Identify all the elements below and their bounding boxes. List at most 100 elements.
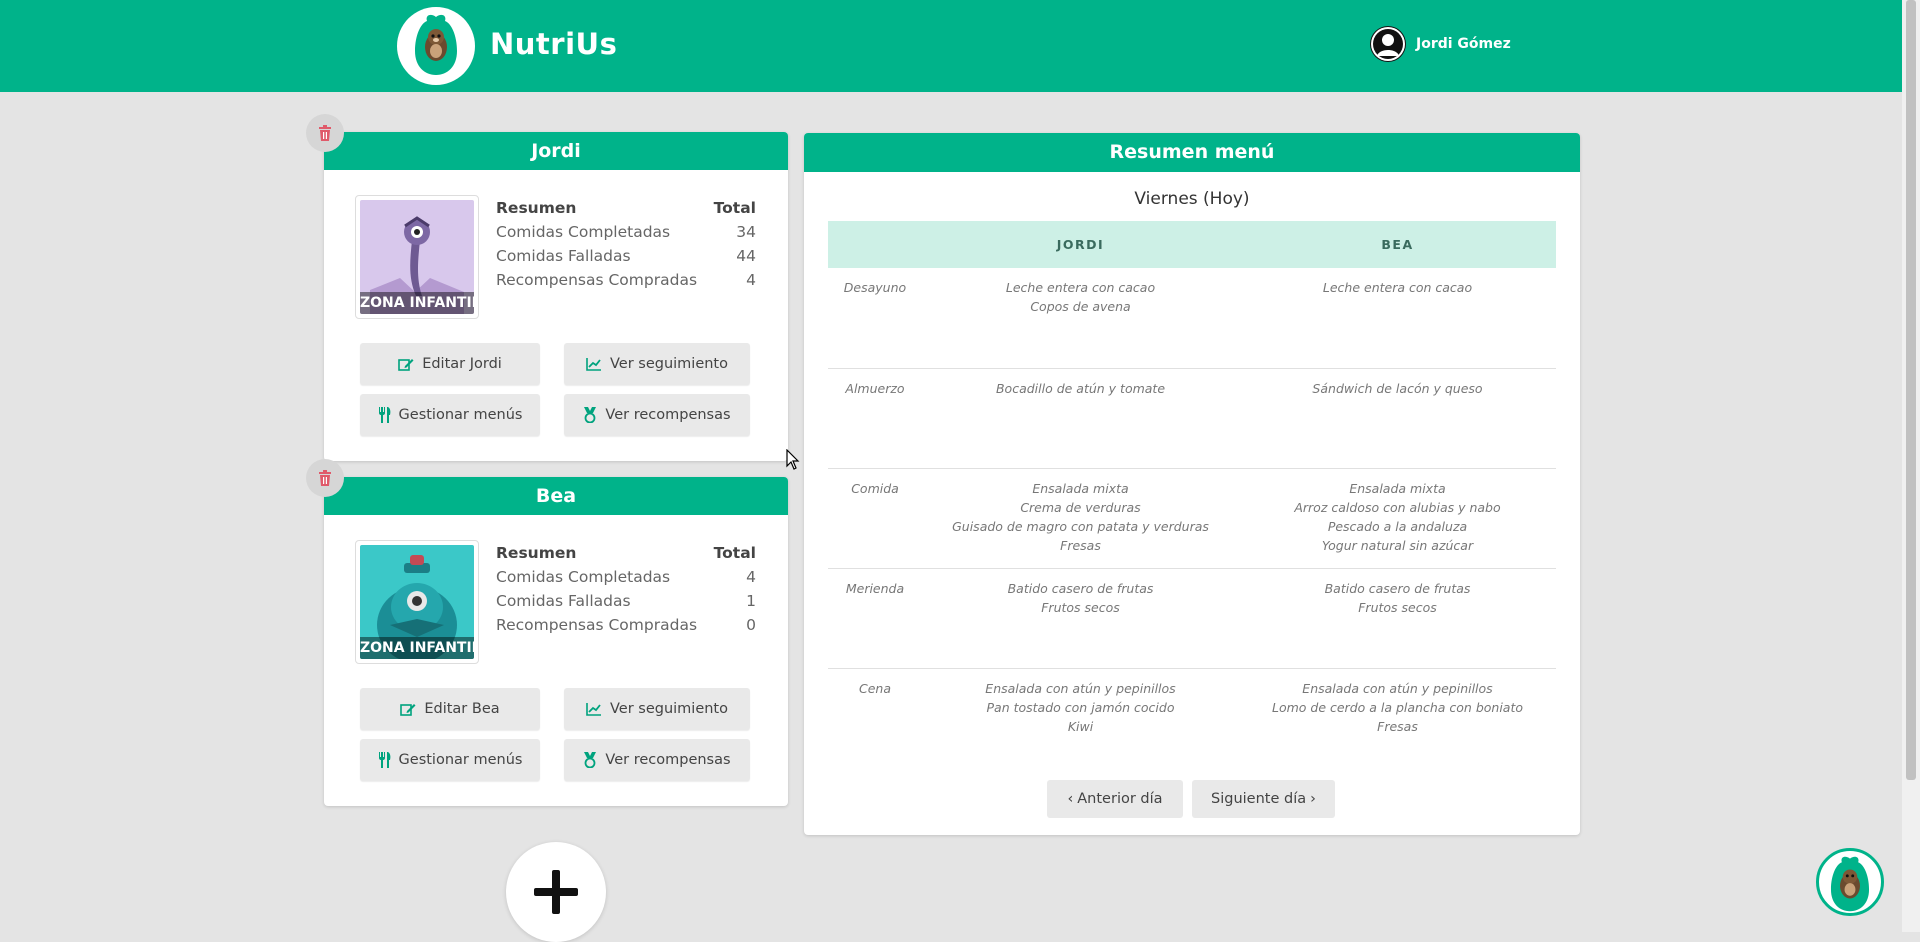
menu-row: Comida Ensalada mixta Crema de verduras Gui… (828, 468, 1556, 569)
dish-item: Bocadillo de atún y tomate (995, 380, 1166, 396)
line-chart-icon (586, 357, 602, 371)
dish-item: Fresas (1060, 537, 1101, 553)
app-logo[interactable] (397, 7, 475, 85)
stat-value: 4 (746, 271, 756, 289)
dishes-bea: Ensalada mixta Arroz caldoso con alubias … (1239, 468, 1556, 569)
stat-label: Comidas Falladas (496, 592, 631, 610)
plus-icon (534, 870, 578, 914)
zona-infantil-badge: ZONA INFANTIL (360, 292, 474, 314)
dishes-jordi: Leche entera con cacao Copos de avena (922, 268, 1239, 369)
menu-row: Desayuno Leche entera con cacao Copos de a… (828, 268, 1556, 369)
manage-menus-button[interactable]: Gestionar menús (360, 739, 540, 781)
delete-child-button[interactable] (306, 459, 344, 497)
dishes-bea: Leche entera con cacao (1239, 268, 1556, 369)
chevron-left-icon: ‹ (1067, 791, 1074, 807)
dish-item: Ensalada con atún y pepinillos (985, 680, 1176, 696)
child-avatar[interactable]: ZONA INFANTIL (355, 195, 479, 319)
child-stats: Resumen Total Comidas Completadas 34 Comid… (496, 196, 756, 292)
edit-icon (398, 357, 414, 371)
trash-icon (319, 470, 331, 486)
child-stats: Resumen Total Comidas Completadas 4 Comida… (496, 541, 756, 637)
stats-total-header: Total (713, 544, 756, 562)
user-menu[interactable]: Jordi Gómez (1370, 26, 1511, 62)
stat-value: 0 (746, 616, 756, 634)
stat-value: 1 (746, 592, 756, 610)
dish-item: Leche entera con cacao (1322, 280, 1473, 295)
dishes-bea: Sándwich de lacón y queso (1239, 368, 1556, 469)
dish-item: Copos de avena (1030, 299, 1131, 314)
previous-day-button[interactable]: ‹ Anterior día (1047, 780, 1183, 818)
menu-summary-title: Resumen menú (804, 133, 1580, 172)
child-card-bea: Bea ZONA INFANTIL Resumen Total Comidas C… (306, 459, 788, 806)
manage-menus-button[interactable]: Gestionar menús (360, 394, 540, 436)
utensils-icon (378, 752, 391, 768)
dish-item: Lomo de cerdo a la plancha con boniato (1271, 699, 1524, 715)
view-rewards-button[interactable]: Ver recompensas (564, 394, 750, 436)
meal-name: Almuerzo (828, 368, 922, 469)
chevron-right-icon: › (1310, 791, 1316, 807)
view-rewards-button[interactable]: Ver recompensas (564, 739, 750, 781)
stats-total-header: Total (713, 199, 756, 217)
manage-menus-label: Gestionar menús (398, 752, 523, 768)
view-tracking-button[interactable]: Ver seguimiento (564, 688, 750, 730)
column-header-bea: BEA (1239, 221, 1556, 268)
mouse-cursor-icon (786, 449, 800, 470)
edit-child-button[interactable]: Editar Jordi (360, 343, 540, 385)
meal-name: Merienda (828, 568, 922, 669)
dish-item: Ensalada mixta (1032, 480, 1129, 496)
column-header-meal (828, 221, 922, 268)
meal-name: Cena (858, 680, 891, 696)
stat-value: 34 (736, 223, 756, 241)
delete-child-button[interactable] (306, 114, 344, 152)
trash-icon (319, 125, 331, 141)
page-scrollbar[interactable] (1902, 0, 1920, 932)
view-tracking-button[interactable]: Ver seguimiento (564, 343, 750, 385)
stat-value: 44 (736, 247, 756, 265)
dish-item: Batido casero de frutas (1324, 580, 1471, 596)
current-day-label: Viernes (Hoy) (1134, 189, 1250, 209)
next-day-button[interactable]: Siguiente día › (1192, 780, 1335, 818)
dish-item: Guisado de magro con patata y verduras (952, 518, 1209, 534)
edit-child-label: Editar Jordi (422, 356, 502, 372)
dish-item: Arroz caldoso con alubias y nabo (1294, 499, 1501, 515)
child-name-title: Bea (324, 477, 788, 515)
view-rewards-label: Ver recompensas (605, 752, 731, 768)
dish-item: Batido casero de frutas (1007, 580, 1154, 596)
dish-item: Crema de verduras (1020, 499, 1141, 515)
dish-item: Ensalada con atún y pepinillos (1302, 680, 1493, 696)
dish-item: Fresas (1377, 718, 1418, 734)
column-header-jordi: JORDI (922, 221, 1239, 268)
child-avatar[interactable]: ZONA INFANTIL (355, 540, 479, 664)
dishes-jordi: Batido casero de frutas Frutos secos (922, 568, 1239, 669)
menu-summary-card: Resumen menú Viernes (Hoy) JORDI BEA Des… (804, 133, 1580, 835)
dishes-bea: Ensalada con atún y pepinillos Lomo de ce… (1239, 668, 1556, 768)
dish-item: Pan tostado con jamón cocido (986, 699, 1175, 715)
next-day-label: Siguiente día (1211, 791, 1307, 807)
mascot-help-button[interactable] (1816, 848, 1884, 916)
user-avatar-icon (1370, 26, 1406, 62)
dish-item: Pescado a la andaluza (1327, 518, 1468, 534)
child-name-title: Jordi (324, 132, 788, 170)
scrollbar-thumb[interactable] (1906, 0, 1916, 780)
menu-row: Cena Ensalada con atún y pepinillos Pan to… (828, 668, 1556, 768)
previous-day-label: Anterior día (1077, 791, 1163, 807)
dishes-bea: Batido casero de frutas Frutos secos (1239, 568, 1556, 669)
stat-label: Recompensas Compradas (496, 271, 698, 289)
menu-row: Merienda Batido casero de frutas Frutos se… (828, 568, 1556, 669)
otter-mascot-icon (415, 14, 457, 75)
add-child-button[interactable] (506, 842, 606, 942)
line-chart-icon (586, 702, 602, 716)
view-tracking-label: Ver seguimiento (609, 356, 728, 372)
view-tracking-label: Ver seguimiento (609, 701, 728, 717)
dishes-jordi: Ensalada con atún y pepinillos Pan tostad… (922, 668, 1239, 768)
edit-child-button[interactable]: Editar Bea (360, 688, 540, 730)
stat-label: Comidas Completadas (496, 568, 671, 586)
stat-label: Recompensas Compradas (496, 616, 698, 634)
dishes-jordi: Bocadillo de atún y tomate (922, 368, 1239, 469)
user-name: Jordi Gómez (1416, 36, 1511, 52)
stat-label: Comidas Completadas (496, 223, 671, 241)
zona-infantil-badge: ZONA INFANTIL (360, 637, 474, 659)
brand-name[interactable]: NutriUs (490, 27, 617, 61)
utensils-icon (378, 407, 391, 423)
top-navbar: NutriUs Jordi Gómez (0, 0, 1902, 92)
